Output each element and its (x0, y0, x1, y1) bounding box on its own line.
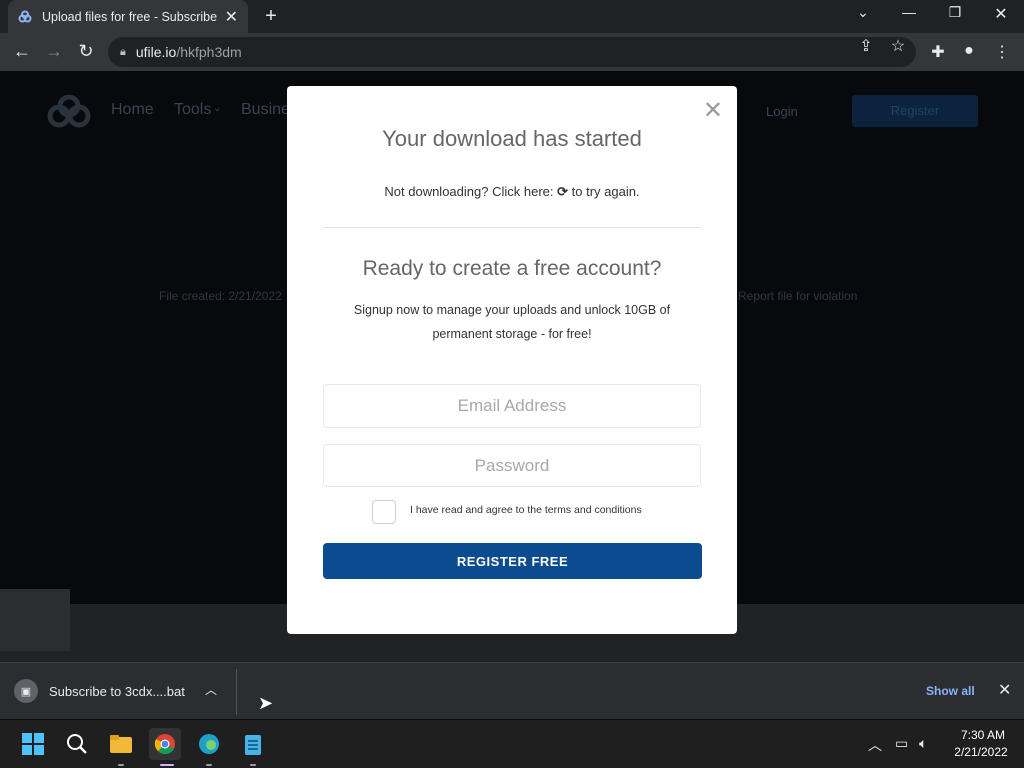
retry-prefix: Not downloading? Click here: (384, 184, 554, 199)
retry-refresh-icon[interactable]: ⟳ (557, 184, 568, 199)
retry-download-text: Not downloading? Click here: ⟳ to try ag… (287, 184, 737, 200)
tab-strip: Upload files for free - Subscribe t ✕ + … (0, 0, 1024, 33)
account-title: Ready to create a free account? (362, 257, 662, 280)
nav-tools[interactable]: Tools (174, 101, 211, 119)
clock-time[interactable]: 7:30 AM (952, 728, 1014, 742)
reload-button[interactable]: ↻ (75, 41, 97, 62)
new-tab-button[interactable]: + (260, 5, 282, 28)
clock-date[interactable]: 2/21/2022 (948, 745, 1014, 759)
nav-register-button[interactable]: Register (852, 95, 978, 127)
download-item[interactable]: ▣ Subscribe to 3cdx....bat (14, 679, 185, 703)
nav-business[interactable]: Busine (241, 101, 290, 119)
terms-label: I have read and agree to the terms and c… (410, 504, 642, 516)
extensions-puzzle-icon[interactable]: ✚ (927, 42, 949, 62)
recaptcha-badge (0, 589, 70, 651)
mouse-pointer-icon: ➤ (258, 693, 274, 713)
volume-icon[interactable]: 🔈︎ (919, 735, 927, 752)
file-explorer-icon[interactable] (105, 728, 137, 760)
forward-button[interactable]: → (43, 41, 65, 62)
file-created-text: File created: 2/21/2022 (159, 289, 282, 303)
profile-avatar-icon[interactable]: ● (958, 42, 980, 60)
file-icon: ▣ (14, 679, 38, 703)
ufile-favicon-icon (18, 10, 32, 22)
bookmark-star-icon[interactable]: ☆ (887, 36, 909, 56)
menu-kebab-icon[interactable]: ⋮ (991, 42, 1013, 62)
chrome-icon[interactable] (149, 728, 181, 760)
nav-login[interactable]: Login (766, 104, 798, 119)
windows-start-icon[interactable] (17, 728, 49, 760)
show-all-button[interactable]: Show all (926, 684, 975, 698)
ufile-logo-icon (47, 95, 91, 128)
tab-close-icon[interactable]: ✕ (225, 7, 238, 27)
back-button[interactable]: ← (11, 41, 33, 62)
terms-checkbox[interactable] (372, 500, 396, 524)
browser-toolbar: ← → ↻ 🔒︎ ufile.io/hkfph3dm ⇪ ☆ ✚ ● ⋮ (0, 33, 1024, 71)
report-file-link[interactable]: Report file for violation (738, 289, 857, 303)
password-field[interactable] (323, 444, 701, 487)
minimize-button[interactable]: — (895, 4, 923, 20)
taskbar: ︿ ▭ 🔈︎ 7:30 AM 2/21/2022 (0, 720, 1024, 768)
chevron-up-tray-icon[interactable]: ︿ (868, 735, 882, 755)
email-field[interactable] (323, 384, 701, 428)
modal-close-icon[interactable]: ✕ (703, 96, 723, 125)
download-modal: ✕ Your download has started Not download… (287, 86, 737, 634)
url-host: ufile.io (135, 44, 177, 60)
download-file-name: Subscribe to 3cdx....bat (49, 683, 185, 699)
share-icon[interactable]: ⇪ (855, 36, 877, 56)
network-icon[interactable]: ▭ (895, 735, 908, 752)
url-path: /hkfph3dm (176, 44, 242, 60)
chevron-up-icon[interactable]: ︿ (205, 681, 217, 698)
lock-icon: 🔒︎ (120, 45, 126, 58)
tab-title: Upload files for free - Subscribe t (41, 9, 217, 24)
address-bar[interactable]: 🔒︎ ufile.io/hkfph3dm (108, 37, 916, 67)
retry-suffix: to try again. (571, 184, 640, 199)
edge-icon[interactable] (193, 728, 225, 760)
register-free-button[interactable]: REGISTER FREE (323, 543, 702, 579)
nav-home[interactable]: Home (111, 101, 154, 119)
download-separator (236, 669, 237, 715)
window-close-button[interactable]: ✕ (987, 4, 1015, 24)
modal-divider (323, 227, 701, 228)
notepad-icon[interactable] (237, 728, 269, 760)
download-shelf: ▣ Subscribe to 3cdx....bat ︿ Show all ✕ (0, 662, 1024, 719)
restore-button[interactable]: ❐ (941, 4, 969, 21)
browser-tab[interactable]: Upload files for free - Subscribe t ✕ (8, 0, 248, 33)
download-started-title: Your download has started (382, 126, 642, 151)
chrome-active-indicator (160, 764, 174, 766)
account-description: Signup now to manage your uploads and un… (353, 303, 671, 341)
notepad-running-dot (250, 764, 256, 766)
close-icon[interactable]: ✕ (998, 680, 1011, 700)
edge-running-dot (206, 764, 212, 766)
explorer-running-dot (118, 764, 124, 766)
search-icon[interactable] (61, 728, 93, 760)
nav-tools-chevron-icon: ⌄ (213, 103, 222, 114)
tab-search-chevron-icon[interactable]: ⌄ (849, 4, 877, 21)
